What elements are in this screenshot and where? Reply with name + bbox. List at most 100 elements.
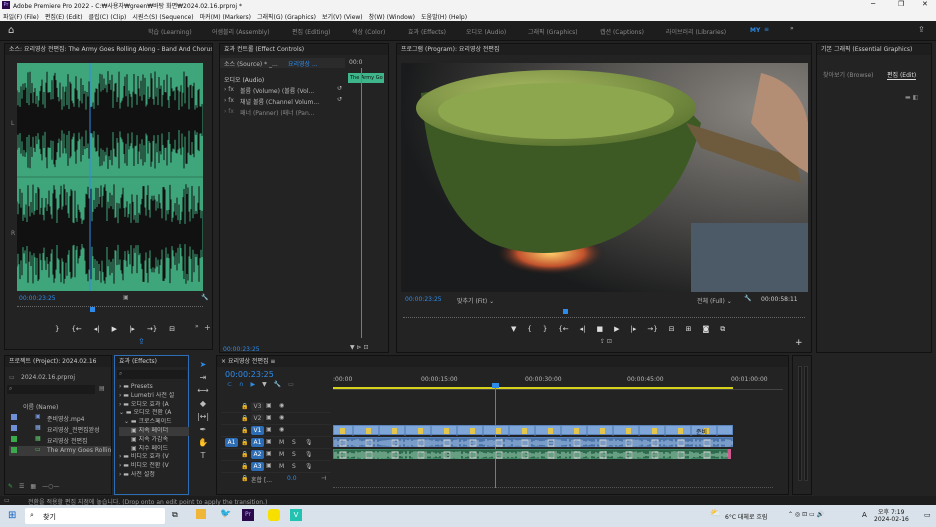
step-back-p-icon[interactable]: ◂| — [580, 325, 586, 334]
ws-my[interactable]: MY — [750, 27, 760, 34]
notification-icon[interactable]: ▭ — [924, 511, 931, 519]
insert-icon[interactable]: ⊟ — [169, 325, 175, 333]
source-wrench-icon[interactable]: 🔧 — [201, 294, 208, 301]
stop-p-icon[interactable]: ■ — [597, 325, 604, 334]
step-forward-icon[interactable]: |▸ — [129, 325, 135, 333]
minimize-button[interactable]: ─ — [871, 0, 875, 8]
tab-edit[interactable]: 편집 (Edit) — [887, 70, 917, 80]
menu-file[interactable]: 파일(F) (File) — [3, 12, 39, 21]
program-wrench-icon[interactable]: 🔧 — [744, 295, 751, 302]
effects-item-crossfade[interactable]: ⌄ ▬ 크로스페이드 — [119, 418, 189, 427]
eye-icon[interactable]: ◉ — [279, 402, 284, 409]
sync-icon[interactable]: ▣ — [266, 402, 272, 409]
effects-item-video-effects[interactable]: › ▬ 비디오 효과 (V — [119, 453, 189, 462]
hand-icon[interactable]: ✋ — [198, 438, 208, 447]
eye-icon[interactable]: ◉ — [279, 426, 284, 433]
ws-overflow-icon[interactable]: » — [790, 25, 794, 32]
source-settings-icon[interactable]: ▣ — [123, 294, 129, 301]
clock-date[interactable]: 2024-02-16 — [874, 516, 909, 523]
timeline-h-scrollbar[interactable] — [333, 487, 773, 492]
solo-icon[interactable]: S — [292, 439, 296, 446]
add-marker-tl-icon[interactable]: ▶ — [250, 381, 255, 388]
effects-search-input[interactable]: ⌕ — [117, 370, 187, 379]
sync-icon[interactable]: ▣ — [266, 414, 272, 421]
source-add-icon[interactable]: » — [195, 323, 199, 330]
go-in-icon[interactable]: {← — [71, 325, 81, 333]
camera-icon[interactable]: ◙ — [703, 325, 710, 334]
ec-row-volume[interactable]: 볼륨 (Volume) (볼륨 (Vol... — [240, 86, 336, 95]
track-select-icon[interactable]: ⇥ — [200, 373, 207, 382]
program-plus-icon[interactable]: + — [795, 338, 803, 348]
ime-indicator[interactable]: A — [862, 511, 867, 519]
ec-row-panner[interactable]: 패너 (Panner) (패너 (Pan... — [240, 108, 336, 117]
menu-markers[interactable]: 마커(M) (Markers) — [200, 12, 251, 21]
v-app-icon[interactable]: V — [290, 509, 302, 521]
menu-sequence[interactable]: 시퀀스(S) (Sequence) — [132, 12, 193, 21]
menu-view[interactable]: 보기(V) (View) — [322, 12, 363, 21]
effects-item-audio-effects[interactable]: › ▬ 오디오 효과 (A — [119, 401, 189, 410]
source-playhead-marker[interactable] — [90, 307, 95, 312]
program-quality-dropdown[interactable]: 전체 (Full) ⌄ — [697, 296, 732, 305]
lock-icon[interactable]: 🔒 — [241, 427, 248, 434]
mic-icon[interactable]: 🎙 — [305, 451, 313, 458]
sync-icon[interactable]: ▣ — [266, 426, 272, 433]
pencil-icon[interactable]: ✎ — [8, 483, 13, 490]
mix-end-icon[interactable]: ⊣ — [321, 475, 326, 482]
source-plus-icon[interactable]: + — [204, 323, 211, 332]
mute-icon[interactable]: M — [279, 439, 284, 446]
solo-icon[interactable]: S — [292, 451, 296, 458]
slip-icon[interactable]: |↔| — [197, 412, 209, 421]
zoom-slider[interactable]: —○— — [42, 483, 59, 490]
track-v1-label[interactable]: V1 — [251, 426, 264, 435]
effects-item-exp-fade[interactable]: ▣ 지수 페이드 — [119, 445, 189, 454]
start-icon[interactable]: ⊞ — [8, 510, 16, 521]
audio-clip-a2[interactable] — [333, 449, 729, 459]
mute-icon[interactable]: M — [279, 451, 284, 458]
ripple-edit-icon[interactable]: ⟷ — [197, 386, 208, 395]
compare-icon[interactable]: ⧉ — [720, 325, 725, 334]
explorer-icon[interactable] — [196, 509, 206, 519]
pen-icon[interactable]: ✒ — [200, 425, 207, 434]
mute-icon[interactable]: M — [279, 463, 284, 470]
lock-icon[interactable]: 🔒 — [241, 475, 248, 482]
ws-menu-icon[interactable]: ≡ — [764, 26, 769, 33]
step-back-icon[interactable]: ◂| — [94, 325, 100, 333]
ws-color[interactable]: 색상 (Color) — [352, 27, 385, 36]
ws-libraries[interactable]: 라이브러리 (Libraries) — [666, 27, 726, 36]
ws-graphics[interactable]: 그래픽 (Graphics) — [528, 27, 578, 36]
ws-audio[interactable]: 오디오 (Audio) — [466, 27, 506, 36]
effects-item-lumetri[interactable]: › ▬ Lumetri 사전 설 — [119, 392, 189, 401]
lock-icon[interactable]: 🔒 — [241, 463, 248, 470]
icon-view-icon[interactable]: ▦ — [30, 483, 36, 490]
go-in-p-icon[interactable]: {← — [558, 325, 568, 334]
menu-clip[interactable]: 클립(C) (Clip) — [89, 12, 127, 21]
track-a3-label[interactable]: A3 — [251, 462, 264, 471]
razor-icon[interactable]: ◆ — [200, 399, 206, 408]
premiere-taskbar-icon[interactable]: Pr — [242, 509, 254, 521]
taskbar-search[interactable]: ⌕ 찾기 — [25, 508, 165, 524]
share-icon[interactable]: ⇪ — [918, 25, 925, 34]
program-export-icon[interactable]: ⇪ ⊡ — [600, 338, 612, 345]
menu-help[interactable]: 도움말(H) (Help) — [421, 12, 467, 21]
track-v3-label[interactable]: V3 — [251, 402, 264, 411]
track-a1-label[interactable]: A1 — [251, 438, 264, 447]
mic-icon[interactable]: 🎙 — [305, 463, 313, 470]
ec-reset-icon-2[interactable]: ↺ — [337, 96, 342, 103]
lift-icon[interactable]: ⊟ — [669, 325, 675, 334]
ws-assembly[interactable]: 어셈블리 (Assembly) — [212, 27, 270, 36]
program-scrubber[interactable] — [403, 317, 805, 323]
tab-browse[interactable]: 찾아보기 (Browse) — [823, 70, 874, 79]
captions-icon[interactable]: ▭ — [288, 381, 294, 388]
go-out-p-icon[interactable]: →} — [647, 325, 657, 334]
snap-icon[interactable]: ⊂ — [227, 381, 232, 388]
program-fit-dropdown[interactable]: 맞추기 (Fit) ⌄ — [457, 296, 494, 305]
selection-tool-icon[interactable]: ➤ — [200, 360, 207, 369]
program-playhead-marker[interactable] — [563, 309, 568, 314]
source-a1-label[interactable]: A1 — [225, 438, 238, 447]
menu-graphics[interactable]: 그래픽(G) (Graphics) — [257, 12, 316, 21]
ec-row-channel-volume[interactable]: 채널 볼륨 (Channel Volum... — [240, 97, 336, 106]
sync-icon[interactable]: ▣ — [266, 450, 272, 457]
go-out-icon[interactable]: →} — [147, 325, 157, 333]
source-scrubber[interactable] — [17, 306, 203, 314]
track-a2-label[interactable]: A2 — [251, 450, 264, 459]
